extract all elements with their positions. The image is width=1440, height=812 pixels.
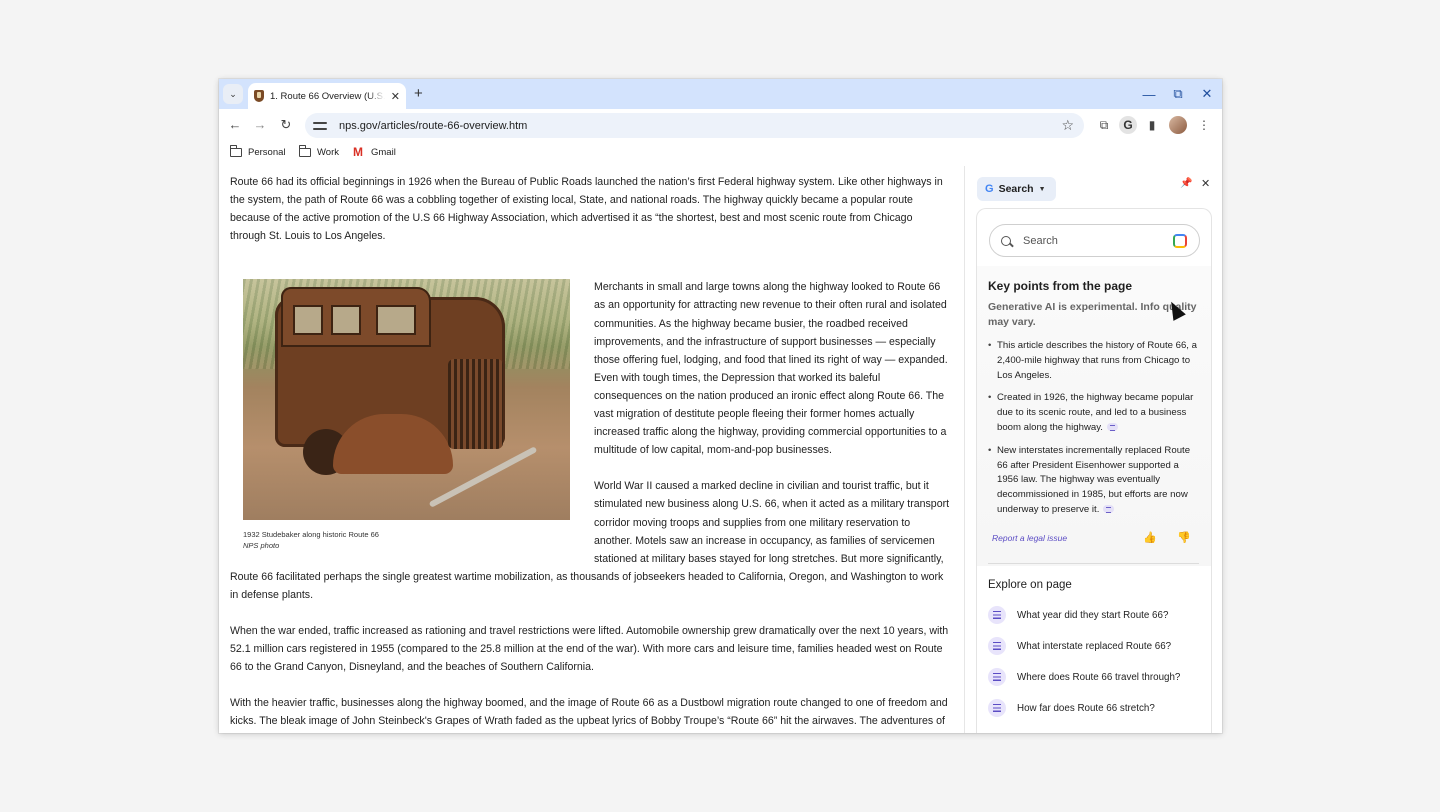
article: Route 66 had its official beginnings in … xyxy=(230,166,950,733)
bookmark-label: Personal xyxy=(248,147,286,158)
divider xyxy=(988,563,1199,564)
minimize-button[interactable]: — xyxy=(1134,79,1164,109)
explore-title: Explore on page xyxy=(988,579,1072,591)
list-icon xyxy=(988,668,1006,686)
side-panel: G Search ▼ 📌 ✕ Search Key points from th… xyxy=(964,166,1222,733)
close-icon[interactable]: ✕ xyxy=(1201,177,1210,190)
google-lens-toolbar-icon[interactable]: G xyxy=(1119,116,1137,134)
search-placeholder[interactable]: Search xyxy=(1023,235,1058,247)
citation-icon[interactable] xyxy=(1106,423,1118,432)
bookmark-gmail[interactable]: Gmail xyxy=(353,145,396,159)
gmail-icon xyxy=(353,145,365,159)
article-paragraph: When the war ended, traffic increased as… xyxy=(230,624,949,674)
folder-icon xyxy=(229,145,242,157)
chevron-down-icon: ▼ xyxy=(1038,185,1046,193)
thumbs-up-icon[interactable]: 👍 xyxy=(1143,531,1157,544)
folder-icon xyxy=(298,145,311,157)
profile-avatar[interactable] xyxy=(1169,116,1187,134)
extensions-icon[interactable]: ⧉ xyxy=(1095,116,1113,134)
tab-close-icon[interactable]: ✕ xyxy=(391,90,400,103)
browser-window: ⌄ 1. Route 66 Overview (U.S. National Pa… xyxy=(219,79,1222,733)
list-icon xyxy=(988,699,1006,717)
tab-search-button[interactable]: ⌄ xyxy=(223,84,243,104)
bookmark-work[interactable]: Work xyxy=(298,145,339,158)
new-tab-button[interactable]: + xyxy=(414,85,423,103)
tab-route-66[interactable]: 1. Route 66 Overview (U.S. National Park… xyxy=(248,83,406,109)
article-paragraph: Route 66 had its official beginnings in … xyxy=(230,176,943,243)
pin-icon[interactable]: 📌 xyxy=(1180,178,1192,189)
google-g-icon: G xyxy=(985,183,994,195)
bookmark-label: Work xyxy=(317,147,339,158)
key-point: New interstates incrementally replaced R… xyxy=(988,444,1200,518)
key-points-list: This article describes the history of Ro… xyxy=(988,339,1200,518)
bookmark-star-icon[interactable]: ☆ xyxy=(1061,117,1074,134)
article-figure: 1932 Studebaker along historic Route 66 … xyxy=(230,279,582,551)
explore-question[interactable]: Where does Route 66 travel through? xyxy=(988,667,1180,687)
article-paragraph: With the heavier traffic, businesses alo… xyxy=(230,697,948,728)
nps-favicon-icon xyxy=(254,90,264,102)
studebaker-photo[interactable] xyxy=(243,279,570,521)
thumbs-down-icon[interactable]: 👎 xyxy=(1177,531,1191,544)
caption-text: 1932 Studebaker along historic Route 66 xyxy=(243,530,379,540)
restore-button[interactable]: ⧉ xyxy=(1163,79,1193,109)
menu-kebab-icon[interactable]: ⋮ xyxy=(1195,116,1213,134)
explore-question[interactable]: How far does Route 66 stretch? xyxy=(988,698,1155,718)
side-search-input[interactable]: Search xyxy=(989,224,1200,257)
bookmark-label: Gmail xyxy=(371,147,396,158)
key-points-title: Key points from the page xyxy=(988,279,1133,293)
google-lens-icon[interactable] xyxy=(1173,234,1187,248)
reload-icon[interactable]: ↻ xyxy=(278,117,294,133)
bookmark-personal[interactable]: Personal xyxy=(229,145,286,158)
figure-caption: 1932 Studebaker along historic Route 66 … xyxy=(243,529,582,551)
site-info-icon[interactable] xyxy=(313,120,327,132)
address-bar[interactable]: nps.gov/articles/route-66-overview.htm ☆ xyxy=(305,113,1084,138)
report-legal-issue-link[interactable]: Report a legal issue xyxy=(992,533,1067,543)
key-point: This article describes the history of Ro… xyxy=(988,339,1200,383)
forward-arrow-icon[interactable]: → xyxy=(252,117,268,133)
side-panel-search-dropdown[interactable]: G Search ▼ xyxy=(977,177,1056,201)
bookmarks-bar: Personal Work Gmail xyxy=(219,142,1222,166)
url-text[interactable]: nps.gov/articles/route-66-overview.htm xyxy=(339,120,527,132)
explore-question[interactable]: What year did they start Route 66? xyxy=(988,605,1168,625)
search-icon xyxy=(1001,235,1011,246)
page-content: Route 66 had its official beginnings in … xyxy=(219,166,963,733)
back-arrow-icon[interactable]: ← xyxy=(227,117,243,133)
key-point: Created in 1926, the highway became popu… xyxy=(988,391,1200,435)
citation-icon[interactable] xyxy=(1103,505,1115,514)
photo-credit: NPS photo xyxy=(243,541,280,551)
tab-title: 1. Route 66 Overview (U.S. National Park… xyxy=(270,90,385,102)
search-card: Search Key points from the page Generati… xyxy=(976,208,1212,733)
explore-question[interactable]: What interstate replaced Route 66? xyxy=(988,636,1171,656)
window-close-button[interactable]: ✕ xyxy=(1192,79,1222,109)
side-panel-icon[interactable]: ▮ xyxy=(1143,116,1161,134)
side-panel-title: Search xyxy=(998,183,1034,195)
toolbar: ← → ↻ nps.gov/articles/route-66-overview… xyxy=(219,109,1222,142)
tab-strip: ⌄ 1. Route 66 Overview (U.S. National Pa… xyxy=(219,79,1222,109)
list-icon xyxy=(988,606,1006,624)
list-icon xyxy=(988,637,1006,655)
